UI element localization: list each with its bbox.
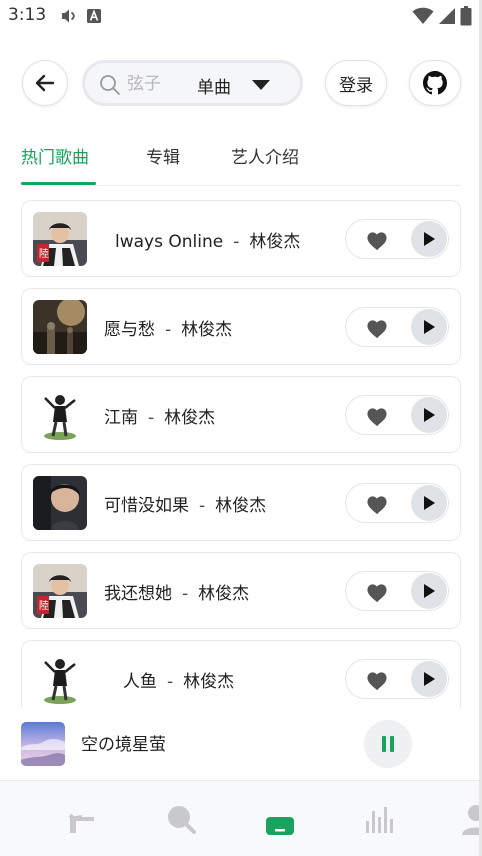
play-icon: [424, 408, 435, 422]
song-label: 江南 - 林俊杰: [104, 408, 216, 428]
search-type-label[interactable]: 单曲: [197, 73, 231, 98]
song-item[interactable]: 人鱼 - 林俊杰: [21, 640, 461, 708]
song-actions: [345, 395, 449, 435]
song-artist: 林俊杰: [181, 320, 233, 340]
song-title: 可惜没如果: [104, 496, 189, 516]
song-actions: [345, 483, 449, 523]
search-box[interactable]: 单曲: [82, 60, 303, 106]
tab-artist-intro[interactable]: 艺人介绍: [231, 143, 299, 168]
heart-icon[interactable]: [366, 671, 388, 691]
music-library-icon[interactable]: [264, 803, 296, 835]
song-label: lways Online - 林俊杰: [115, 232, 301, 252]
status-bar: 3:13: [0, 0, 482, 34]
heart-icon[interactable]: [366, 495, 388, 515]
chevron-down-icon[interactable]: [252, 80, 270, 90]
status-time: 3:13: [8, 5, 47, 25]
song-title: 江南: [104, 408, 138, 428]
back-button[interactable]: [22, 60, 68, 106]
song-actions: [345, 307, 449, 347]
active-tab-indicator: [21, 182, 96, 185]
battery-icon: [460, 6, 472, 26]
song-label: 愿与愁 - 林俊杰: [104, 320, 233, 340]
song-actions: [345, 659, 449, 699]
play-button[interactable]: [411, 485, 447, 521]
song-title: lways Online: [115, 232, 224, 252]
song-artist: 林俊杰: [164, 408, 216, 428]
heart-icon[interactable]: [366, 319, 388, 339]
now-playing-title: 空の境星萤: [81, 735, 166, 755]
song-list: 陸 lways Online - 林俊杰 愿与愁 - 林俊杰 江南 - 林俊杰 …: [21, 200, 461, 708]
arrow-left-icon: [35, 74, 55, 92]
play-icon: [424, 584, 435, 598]
wifi-icon: [412, 7, 434, 25]
now-playing-bar[interactable]: 空の境星萤: [0, 708, 482, 781]
header: 单曲 登录: [0, 58, 482, 108]
album-cover: 陸: [33, 564, 87, 618]
play-icon: [424, 672, 435, 686]
charts-icon[interactable]: [364, 803, 396, 835]
album-cover: [33, 388, 87, 442]
pause-icon: [382, 736, 394, 752]
heart-icon[interactable]: [366, 407, 388, 427]
song-actions: [345, 571, 449, 611]
github-button[interactable]: [409, 60, 461, 106]
play-button[interactable]: [411, 573, 447, 609]
font-a-icon: [87, 9, 101, 23]
tab-hot-songs[interactable]: 热门歌曲: [21, 143, 89, 168]
song-title: 愿与愁: [104, 320, 155, 340]
heart-icon[interactable]: [366, 583, 388, 603]
song-title: 我还想她: [104, 584, 172, 604]
login-button[interactable]: 登录: [325, 60, 387, 106]
svg-text:陸: 陸: [39, 247, 49, 260]
song-item[interactable]: 陸 我还想她 - 林俊杰: [21, 552, 461, 629]
play-button[interactable]: [411, 309, 447, 345]
song-artist: 林俊杰: [183, 672, 235, 692]
volume-icon: [62, 9, 75, 23]
play-icon: [424, 232, 435, 246]
song-artist: 林俊杰: [198, 584, 250, 604]
song-item[interactable]: 可惜没如果 - 林俊杰: [21, 464, 461, 541]
search-input[interactable]: [125, 71, 199, 97]
song-title: 人鱼: [123, 672, 157, 692]
github-icon: [423, 71, 447, 95]
play-button[interactable]: [411, 661, 447, 697]
play-button[interactable]: [411, 397, 447, 433]
search-icon: [100, 75, 120, 95]
home-icon[interactable]: [66, 803, 98, 835]
album-cover: [33, 300, 87, 354]
album-cover: 陸: [33, 212, 87, 266]
song-label: 可惜没如果 - 林俊杰: [104, 496, 267, 516]
song-actions: [345, 219, 449, 259]
song-label: 人鱼 - 林俊杰: [123, 672, 235, 692]
cellular-signal-icon: [439, 8, 455, 24]
pause-button[interactable]: [364, 720, 412, 768]
tab-bar: 热门歌曲 专辑 艺人介绍: [21, 138, 461, 186]
search-icon[interactable]: [165, 803, 197, 835]
play-icon: [424, 320, 435, 334]
now-playing-cover: [21, 722, 65, 766]
heart-icon[interactable]: [366, 231, 388, 251]
play-icon: [424, 496, 435, 510]
song-item[interactable]: 陸 lways Online - 林俊杰: [21, 200, 461, 277]
song-artist: 林俊杰: [215, 496, 267, 516]
album-cover: [33, 476, 87, 530]
play-button[interactable]: [411, 221, 447, 257]
song-item[interactable]: 江南 - 林俊杰: [21, 376, 461, 453]
song-label: 我还想她 - 林俊杰: [104, 584, 250, 604]
tab-albums[interactable]: 专辑: [146, 143, 180, 168]
song-artist: 林俊杰: [249, 232, 301, 252]
album-cover: [33, 652, 87, 706]
svg-text:陸: 陸: [39, 599, 49, 612]
song-item[interactable]: 愿与愁 - 林俊杰: [21, 288, 461, 365]
bottom-nav: [0, 781, 482, 856]
